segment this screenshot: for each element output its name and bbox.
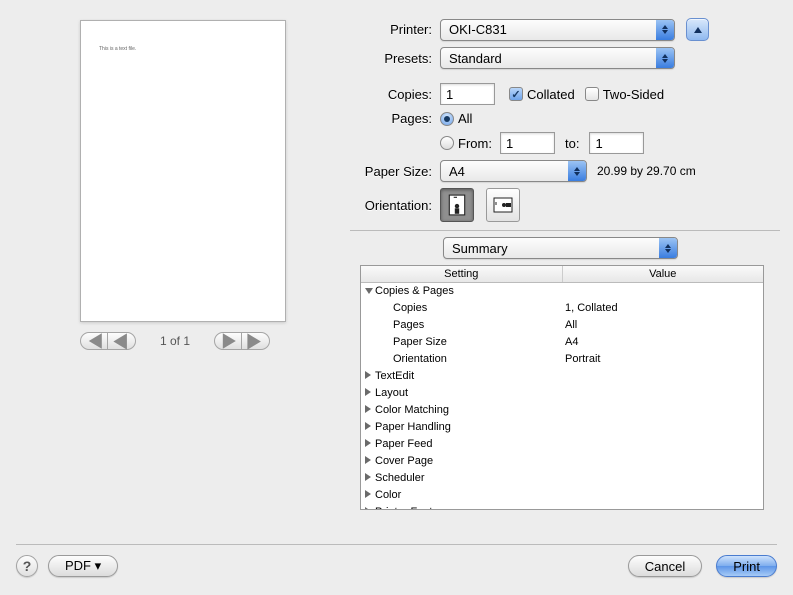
disclosure-triangle-icon[interactable] — [365, 386, 373, 401]
preview-nav-back[interactable] — [80, 332, 136, 350]
print-preview: This is a text file. — [80, 20, 286, 322]
two-sided-checkbox[interactable] — [585, 87, 599, 101]
preview-nav-forward[interactable] — [214, 332, 270, 350]
printer-label: Printer: — [350, 22, 440, 37]
pages-to-input[interactable] — [589, 132, 644, 154]
help-button[interactable]: ? — [16, 555, 38, 577]
header-value: Value — [563, 266, 764, 282]
prev-page-button[interactable] — [108, 332, 136, 350]
disclosure-triangle-icon[interactable] — [365, 454, 373, 469]
collapse-dialog-button[interactable] — [686, 18, 709, 41]
pages-label: Pages: — [350, 111, 440, 126]
next-page-button[interactable] — [214, 332, 242, 350]
header-setting: Setting — [361, 266, 563, 282]
disclosure-triangle-icon[interactable] — [365, 488, 373, 503]
pages-all-label: All — [458, 111, 472, 126]
presets-select[interactable]: Standard — [440, 47, 675, 69]
disclosure-triangle-icon[interactable] — [365, 420, 373, 435]
copies-input[interactable] — [440, 83, 495, 105]
preview-content: This is a text file. — [99, 46, 136, 52]
paper-size-label: Paper Size: — [350, 164, 440, 179]
pdf-menu-button[interactable]: PDF ▾ — [48, 555, 118, 577]
pages-from-input[interactable] — [500, 132, 555, 154]
two-sided-label: Two-Sided — [603, 87, 664, 102]
presets-label: Presets: — [350, 51, 440, 66]
cancel-button[interactable]: Cancel — [628, 555, 702, 577]
disclosure-triangle-icon[interactable] — [365, 505, 373, 509]
collated-checkbox[interactable] — [509, 87, 523, 101]
disclosure-triangle-icon[interactable] — [365, 437, 373, 452]
disclosure-triangle-icon[interactable] — [365, 471, 373, 486]
summary-table: Setting Value Copies & PagesCopies1, Col… — [360, 265, 764, 510]
pages-range-radio[interactable] — [440, 136, 454, 150]
copies-label: Copies: — [350, 87, 440, 102]
collated-label: Collated — [527, 87, 575, 102]
last-page-button[interactable] — [242, 332, 270, 350]
to-label: to: — [565, 136, 579, 151]
disclosure-triangle-icon[interactable] — [365, 403, 373, 418]
page-indicator: 1 of 1 — [160, 334, 190, 348]
printer-select[interactable]: OKI-C831 — [440, 19, 675, 41]
disclosure-triangle-icon[interactable] — [365, 284, 373, 299]
first-page-button[interactable] — [80, 332, 108, 350]
orientation-label: Orientation: — [350, 198, 440, 213]
paper-size-select[interactable]: A4 — [440, 160, 587, 182]
print-button[interactable]: Print — [716, 555, 777, 577]
pages-all-radio[interactable] — [440, 112, 454, 126]
orientation-portrait-button[interactable] — [440, 188, 474, 222]
from-label: From: — [458, 136, 500, 151]
section-select[interactable]: Summary — [443, 237, 678, 259]
disclosure-triangle-icon[interactable] — [365, 369, 373, 384]
orientation-landscape-button[interactable] — [486, 188, 520, 222]
paper-dimensions: 20.99 by 29.70 cm — [597, 164, 696, 178]
